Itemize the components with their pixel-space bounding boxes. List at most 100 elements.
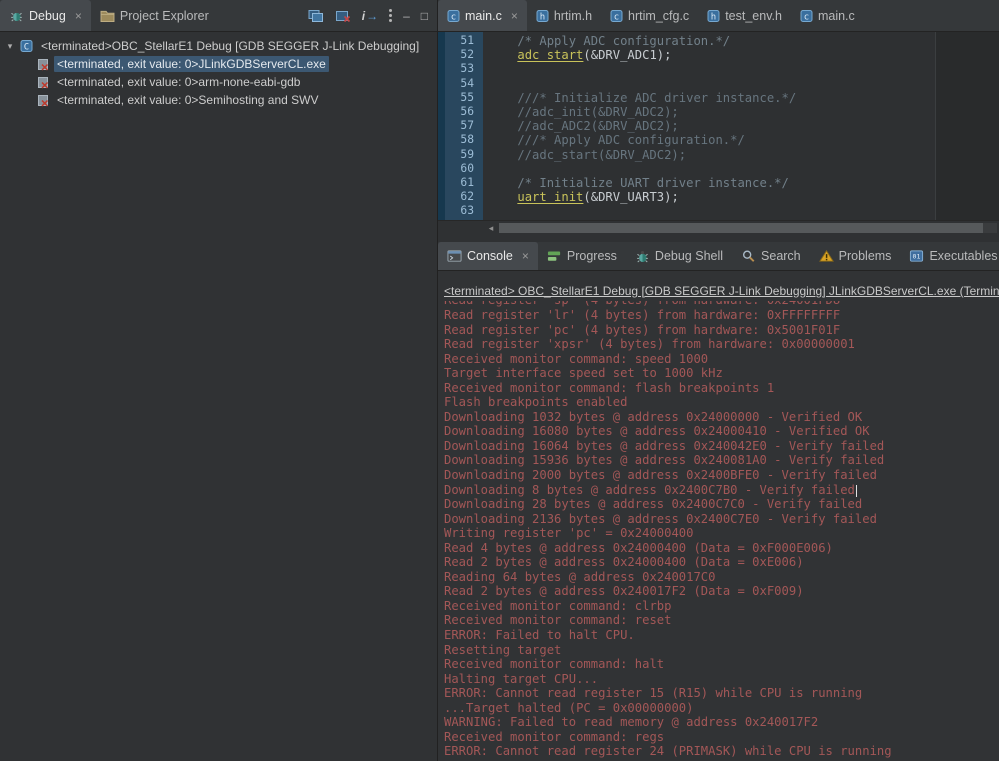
console-tab-search[interactable]: Search — [732, 242, 810, 270]
line-number[interactable]: 51 — [438, 34, 483, 48]
code-line[interactable]: 63 — [438, 204, 999, 218]
code-line[interactable]: 57 //adc_ADC2(&DRV_ADC2); — [438, 119, 999, 133]
tree-row-process[interactable]: <terminated, exit value: 0>arm-none-eabi… — [0, 73, 437, 91]
console-log: Read register 'sp' (4 bytes) from hardwa… — [444, 301, 999, 759]
line-number[interactable]: 56 — [438, 105, 483, 119]
editor-tab-hrtim-cfg-c[interactable]: chrtim_cfg.c — [601, 0, 698, 31]
line-number[interactable]: 55 — [438, 91, 483, 105]
code-text — [483, 62, 488, 76]
search-icon — [741, 249, 756, 263]
line-number[interactable]: 54 — [438, 77, 483, 91]
console-line: Read register 'lr' (4 bytes) from hardwa… — [444, 308, 999, 323]
code-text: uart_init(&DRV_UART3); — [483, 190, 679, 204]
code-token-comment2: ///* Initialize ADC driver instance.*/ — [488, 91, 796, 105]
close-icon[interactable]: × — [511, 10, 518, 22]
bug-icon — [9, 8, 24, 23]
file-c-icon: c — [447, 9, 460, 23]
line-number[interactable]: 57 — [438, 119, 483, 133]
tab-label: hrtim_cfg.c — [628, 9, 689, 23]
console-tab-console[interactable]: Console× — [438, 242, 538, 270]
horizontal-sash[interactable] — [438, 235, 999, 242]
close-icon[interactable]: × — [75, 10, 82, 22]
bug-icon — [635, 249, 650, 264]
console-icon — [447, 249, 462, 263]
hscroll-track[interactable] — [499, 223, 997, 233]
editor-tab-test-env-h[interactable]: htest_env.h — [698, 0, 791, 31]
code-line[interactable]: 58 ///* Apply ADC configuration.*/ — [438, 133, 999, 147]
code-line[interactable]: 59 //adc_start(&DRV_ADC2); — [438, 148, 999, 162]
editor-area: cmain.c×hhrtim.hchrtim_cfg.chtest_env.hc… — [438, 0, 999, 235]
editor-tab-hrtim-h[interactable]: hhrtim.h — [527, 0, 601, 31]
tree-children: <terminated, exit value: 0>JLinkGDBServe… — [0, 55, 437, 109]
open-console-icon[interactable] — [308, 9, 324, 23]
console-tab-debug-shell[interactable]: Debug Shell — [626, 242, 732, 270]
remove-terminated-icon[interactable] — [335, 9, 351, 23]
console-tab-progress[interactable]: Progress — [538, 242, 626, 270]
code-line[interactable]: 56 //adc_init(&DRV_ADC2); — [438, 105, 999, 119]
tab-label: main.c — [465, 9, 502, 23]
minimize-icon[interactable]: – — [403, 9, 410, 23]
editor-horizontal-scrollbar[interactable]: ◂ — [438, 220, 999, 235]
code-editor[interactable]: 51 /* Apply ADC configuration.*/52 adc_s… — [438, 32, 999, 220]
close-icon[interactable]: × — [522, 250, 529, 262]
console-line: Downloading 28 bytes @ address 0x2400C7C… — [444, 497, 999, 512]
process-label: <terminated, exit value: 0>JLinkGDBServe… — [54, 56, 329, 72]
maximize-icon[interactable]: □ — [421, 9, 428, 23]
code-text: ///* Apply ADC configuration.*/ — [483, 133, 745, 147]
line-number[interactable]: 58 — [438, 133, 483, 147]
console-line: Target interface speed set to 1000 kHz — [444, 366, 999, 381]
console-view: Console×ProgressDebug ShellSearchProblem… — [438, 242, 999, 761]
code-line[interactable]: 61 /* Initialize UART driver instance.*/ — [438, 176, 999, 190]
console-line: Downloading 2000 bytes @ address 0x2400B… — [444, 468, 999, 483]
tree-row-process[interactable]: <terminated, exit value: 0>Semihosting a… — [0, 91, 437, 109]
line-number[interactable]: 59 — [438, 148, 483, 162]
console-line: ERROR: Cannot read register 24 (PRIMASK)… — [444, 744, 999, 759]
process-label: <terminated, exit value: 0>arm-none-eabi… — [54, 74, 303, 90]
editor-tab-main-c[interactable]: cmain.c — [791, 0, 864, 31]
svg-text:h: h — [540, 12, 545, 22]
line-number[interactable]: 53 — [438, 62, 483, 76]
code-token-plain: (&DRV_UART3); — [583, 190, 678, 204]
console-tab-executables[interactable]: 01Executables — [900, 242, 999, 270]
console-line: Read register 'sp' (4 bytes) from hardwa… — [444, 301, 999, 308]
executables-icon: 01 — [909, 249, 924, 263]
view-tab-project-explorer[interactable]: Project Explorer — [91, 0, 218, 31]
code-line[interactable]: 55 ///* Initialize ADC driver instance.*… — [438, 91, 999, 105]
console-output[interactable]: <terminated> OBC_StellarE1 Debug [GDB SE… — [438, 271, 999, 761]
right-area: cmain.c×hhrtim.hchrtim_cfg.chtest_env.hc… — [438, 0, 999, 761]
line-number[interactable]: 63 — [438, 204, 483, 218]
view-menu-icon[interactable] — [389, 9, 392, 22]
line-number[interactable]: 61 — [438, 176, 483, 190]
console-line: ERROR: Failed to halt CPU. — [444, 628, 999, 643]
launch-config-label: <terminated>OBC_StellarE1 Debug [GDB SEG… — [38, 38, 422, 54]
code-line[interactable]: 52 adc_start(&DRV_ADC1); — [438, 48, 999, 62]
code-line[interactable]: 54 — [438, 77, 999, 91]
code-text: adc_start(&DRV_ADC1); — [483, 48, 671, 62]
terminated-process-icon — [37, 94, 49, 107]
file-h-icon: h — [707, 9, 720, 23]
code-token-plain: (&DRV_ADC1); — [583, 48, 671, 62]
instruction-stepping-icon[interactable]: i→ — [362, 9, 378, 23]
chevron-down-icon[interactable]: ▾ — [5, 41, 15, 52]
line-number[interactable]: 60 — [438, 162, 483, 176]
code-line[interactable]: 62 uart_init(&DRV_UART3); — [438, 190, 999, 204]
console-tabbar: Console×ProgressDebug ShellSearchProblem… — [438, 242, 999, 271]
console-tab-problems[interactable]: Problems — [810, 242, 901, 270]
hscroll-thumb[interactable] — [499, 223, 983, 233]
code-line[interactable]: 51 /* Apply ADC configuration.*/ — [438, 34, 999, 48]
console-line: Read register 'pc' (4 bytes) from hardwa… — [444, 323, 999, 338]
console-line: Downloading 8 bytes @ address 0x2400C7B0… — [444, 483, 999, 498]
code-line[interactable]: 53 — [438, 62, 999, 76]
editor-tab-main-c[interactable]: c main.c × — [438, 0, 527, 31]
console-line: Downloading 1032 bytes @ address 0x24000… — [444, 410, 999, 425]
line-number[interactable]: 62 — [438, 190, 483, 204]
scroll-left-icon[interactable]: ◂ — [483, 223, 499, 234]
code-text: //adc_ADC2(&DRV_ADC2); — [483, 119, 679, 133]
tree-row-launch[interactable]: ▾ C <terminated>OBC_StellarE1 Debug [GDB… — [0, 37, 437, 55]
code-text: //adc_start(&DRV_ADC2); — [483, 148, 686, 162]
arrow-right-icon: → — [366, 9, 378, 23]
line-number[interactable]: 52 — [438, 48, 483, 62]
code-line[interactable]: 60 — [438, 162, 999, 176]
view-tab-debug[interactable]: Debug× — [0, 0, 91, 31]
tree-row-process[interactable]: <terminated, exit value: 0>JLinkGDBServe… — [0, 55, 437, 73]
